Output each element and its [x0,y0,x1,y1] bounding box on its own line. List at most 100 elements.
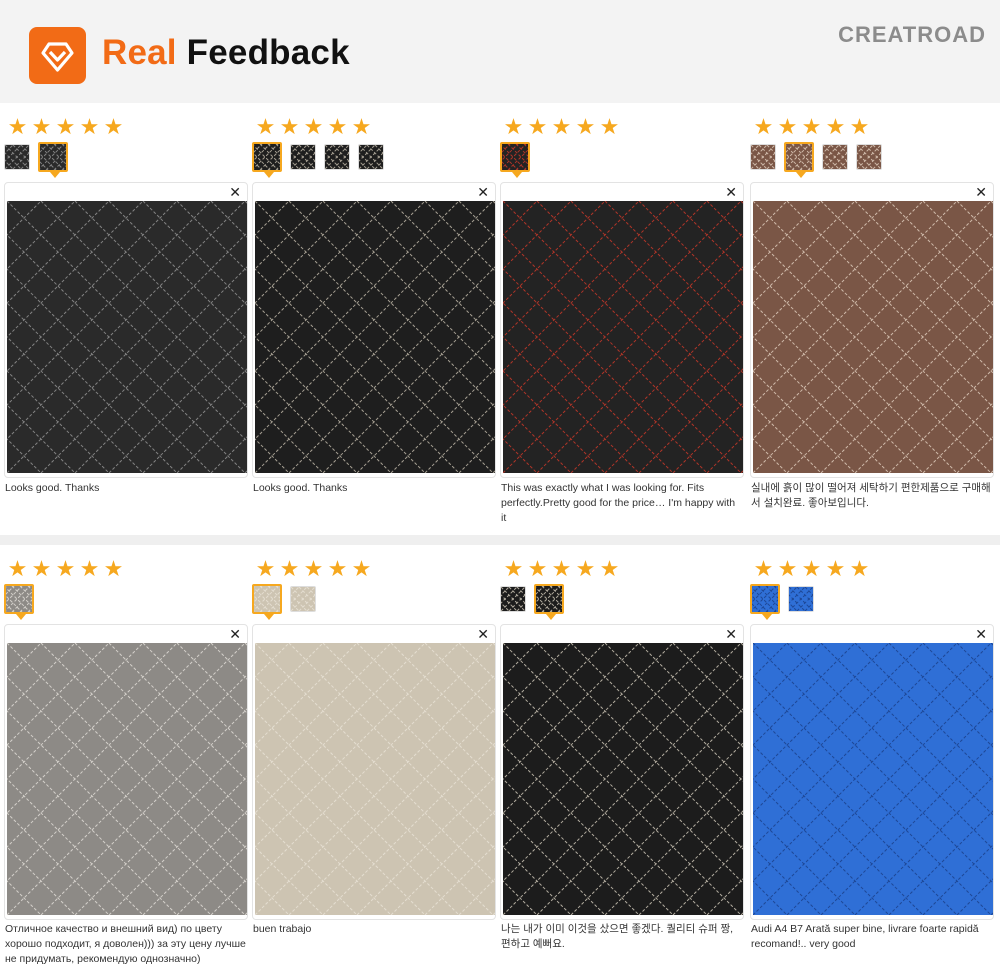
photo-thumbnail[interactable] [334,144,424,170]
close-icon[interactable]: ✕ [477,626,489,642]
photo-thumbnail[interactable] [266,144,356,170]
car-mat-image [503,201,743,473]
review-card: ★ ★ ★ ★ ★ ✕ Audi A4 B7 Arată super bine, livra… [725,545,996,973]
photo-thumbnail[interactable] [0,144,70,170]
review-text: 실내에 흙이 많이 떨어져 세탁하기 편한제품으로 구매해서 설치완료. 좋아보… [751,482,991,509]
review-photo[interactable] [753,201,993,473]
car-mat-image [753,201,993,473]
photo-thumbnail[interactable] [227,584,327,620]
review-card: ★ ★ ★ ★ ★ ✕ Отличное качество и внешний вид) п… [0,545,250,973]
close-icon[interactable]: ✕ [725,184,737,200]
photo-thumbnail[interactable] [509,584,609,620]
photo-thumbnails [227,142,424,178]
photo-viewer: ✕ [252,182,496,478]
photo-thumbnail[interactable] [475,142,575,178]
photo-thumbnails [0,584,79,620]
star-icon: ★ [777,114,798,139]
photo-viewer: ✕ [500,624,744,920]
review-card: ★ ★ ★ ★ ★ ✕ Looks good. Thanks [227,103,498,535]
star-icon: ★ [599,556,620,581]
photo-viewer: ✕ [500,182,744,478]
review-photo[interactable] [255,201,495,473]
review-photo[interactable] [503,201,743,473]
thumbnail-image [476,586,566,612]
star-icon: ★ [279,114,300,139]
photo-thumbnail[interactable] [726,144,816,170]
review-row-2: ★ ★ ★ ★ ★ ✕ Отличное качество и внешний вид) п… [0,545,1000,973]
close-icon[interactable]: ✕ [975,184,987,200]
star-icon: ★ [849,556,870,581]
photo-thumbnail[interactable] [764,586,854,612]
close-icon[interactable]: ✕ [477,184,489,200]
close-icon[interactable]: ✕ [229,626,241,642]
review-card: ★ ★ ★ ★ ★ ✕ This was exactly what I was lookin… [475,103,746,535]
review-text: Отличное качество и внешний вид) по цвет… [5,923,246,965]
car-mat-image [7,643,247,915]
star-icon: ★ [7,114,28,139]
review-card: ★ ★ ★ ★ ★ ✕ Looks good. Thanks [0,103,250,535]
photo-thumbnail[interactable] [266,586,356,612]
review-text: Looks good. Thanks [253,482,348,494]
thumbnail-image [509,585,609,613]
review-card: ★ ★ ★ ★ ★ ✕ buen trabajo [227,545,498,973]
star-icon: ★ [7,556,28,581]
star-rating: ★ ★ ★ ★ ★ [254,558,373,580]
thumbnail-image [227,585,327,613]
star-icon: ★ [801,114,822,139]
thumbnail-image [13,143,113,171]
review-photo[interactable] [255,643,495,915]
star-icon: ★ [753,114,774,139]
review-photo[interactable] [503,643,743,915]
photo-thumbnail[interactable] [832,144,922,170]
car-mat-image [753,643,993,915]
star-icon: ★ [503,556,524,581]
photo-thumbnail[interactable] [13,142,113,178]
star-icon: ★ [79,556,100,581]
thumbnail-image [266,144,356,170]
star-icon: ★ [575,114,596,139]
star-icon: ★ [527,114,548,139]
star-icon: ★ [849,114,870,139]
star-icon: ★ [327,556,348,581]
star-rating: ★ ★ ★ ★ ★ [752,558,871,580]
photo-thumbnail[interactable] [300,144,390,170]
title-word-real: Real [102,33,177,72]
page-title: Real Feedback [102,33,350,73]
star-rating: ★ ★ ★ ★ ★ [254,116,373,138]
photo-thumbnail[interactable] [0,584,79,620]
close-icon[interactable]: ✕ [229,184,241,200]
thumbnail-image [300,144,390,170]
photo-viewer: ✕ [252,624,496,920]
thumbnail-image [0,585,79,613]
thumbnail-image [798,144,888,170]
photo-thumbnail[interactable] [227,142,327,178]
thumbnail-image [475,143,575,171]
header-banner: Real Feedback CREATROAD [0,0,1000,103]
review-photo[interactable] [753,643,993,915]
star-icon: ★ [255,114,276,139]
star-icon: ★ [551,556,572,581]
star-icon: ★ [575,556,596,581]
photo-viewer: ✕ [750,182,994,478]
close-icon[interactable]: ✕ [725,626,737,642]
star-icon: ★ [279,556,300,581]
thumbnail-image [0,144,70,170]
brand-name: CREATROAD [838,22,986,47]
close-icon[interactable]: ✕ [975,626,987,642]
row-divider [0,535,1000,545]
review-text: buen trabajo [253,923,312,935]
photo-thumbnail[interactable] [798,144,888,170]
review-photo[interactable] [7,643,247,915]
review-photo[interactable] [7,201,247,473]
star-rating: ★ ★ ★ ★ ★ [6,558,125,580]
star-icon: ★ [351,556,372,581]
photo-thumbnails [227,584,356,620]
star-rating: ★ ★ ★ ★ ★ [502,558,621,580]
photo-thumbnail[interactable] [759,142,859,178]
star-rating: ★ ★ ★ ★ ★ [6,116,125,138]
photo-thumbnail[interactable] [476,586,566,612]
star-icon: ★ [55,114,76,139]
brand-logo [29,27,86,84]
photo-thumbnail[interactable] [725,584,825,620]
car-mat-image [255,643,495,915]
